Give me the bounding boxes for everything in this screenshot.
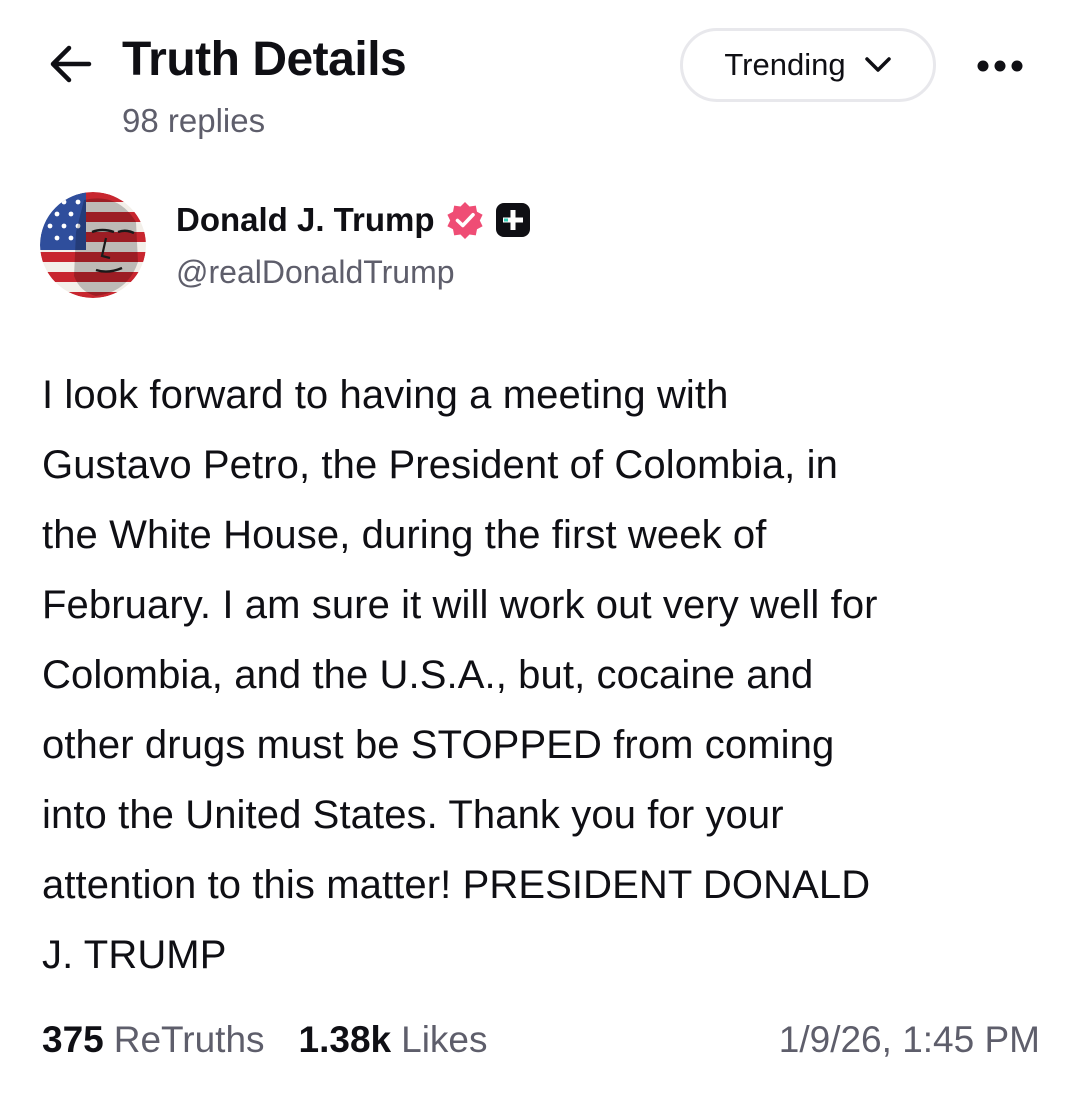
page-title: Truth Details — [122, 33, 407, 86]
likes-count: 1.38k — [298, 1019, 392, 1060]
ellipsis-icon — [977, 60, 1023, 72]
post-text-line: February. I am sure it will work out ver… — [42, 583, 878, 627]
author-name[interactable]: Donald J. Trump — [176, 201, 435, 239]
post-text-line: into the United States. Thank you for yo… — [42, 793, 784, 837]
chevron-down-icon — [864, 57, 891, 72]
post-author: Donald J. Trump @realDonaldTrump — [0, 180, 1080, 310]
author-name-row: Donald J. Trump — [176, 196, 531, 244]
post-text-line: Colombia, and the U.S.A., but, cocaine a… — [42, 653, 814, 697]
post-text-line: the White House, during the first week o… — [42, 513, 767, 557]
author-handle[interactable]: @realDonaldTrump — [176, 254, 455, 291]
post-text-line: J. TRUMP — [42, 933, 227, 977]
post-text-line: I look forward to having a meeting with — [42, 373, 729, 417]
retruths-stat[interactable]: 375 ReTruths — [42, 1019, 265, 1061]
post-text: I look forward to having a meeting with … — [42, 360, 1052, 990]
back-button[interactable] — [44, 38, 96, 90]
replies-count: 98 replies — [122, 102, 266, 139]
avatar[interactable] — [40, 192, 146, 298]
arrow-left-icon — [50, 45, 92, 83]
post-text-line: other drugs must be STOPPED from coming — [42, 723, 835, 767]
sort-dropdown-label: Trending — [724, 47, 846, 82]
more-options-button[interactable] — [968, 42, 1032, 90]
post-timestamp: 1/9/26, 1:45 PM — [778, 1019, 1040, 1060]
retruths-label: ReTruths — [113, 1019, 265, 1060]
page-header: Truth Details 98 replies Trending — [0, 0, 1080, 160]
likes-label: Likes — [401, 1019, 488, 1060]
likes-stat[interactable]: 1.38k Likes — [299, 1019, 488, 1061]
sort-dropdown[interactable]: Trending — [680, 28, 936, 102]
post-text-line: Gustavo Petro, the President of Colombia… — [42, 443, 838, 487]
verified-badge-icon — [446, 202, 483, 239]
post-text-line: attention to this matter! PRESIDENT DONA… — [42, 863, 871, 907]
plus-badge-icon — [495, 203, 530, 237]
post-stats: 375 ReTruths 1.38k Likes 1/9/26, 1:45 PM — [42, 1012, 1040, 1068]
avatar-image — [40, 192, 146, 298]
retruths-count: 375 — [42, 1019, 104, 1060]
